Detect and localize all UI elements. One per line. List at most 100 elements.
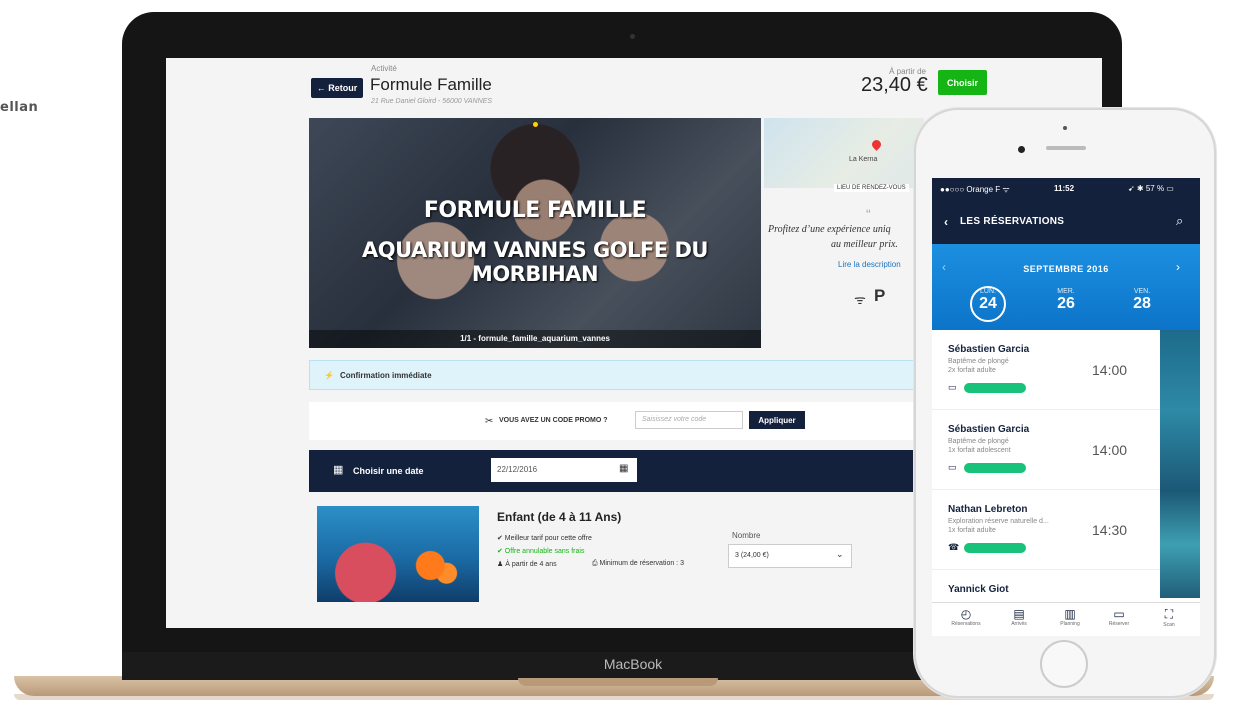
home-button[interactable] [1040, 640, 1088, 688]
scissors-icon: ✂ [485, 416, 494, 427]
card-icon: ▭ [1113, 607, 1125, 621]
scan-icon: ⛶ [1164, 607, 1174, 621]
map-pin-icon [870, 138, 883, 151]
page-title: Formule Famille [370, 75, 492, 94]
choose-button[interactable]: Choisir [938, 70, 987, 95]
customer-name: Nathan Lebreton [948, 504, 1028, 515]
laptop-notch [518, 678, 718, 686]
hero-overlay [309, 118, 761, 348]
tab-label: Planning [1060, 621, 1080, 627]
hero-caption: 1/1 - formule_famille_aquarium_vannes [309, 330, 761, 348]
calendar-picker-icon[interactable]: ▦ [619, 463, 628, 474]
tab-planning[interactable]: ▥ Planning [1045, 607, 1095, 627]
status-badge: Réservé [964, 463, 1026, 473]
calendar-icon: ▦ [333, 464, 344, 476]
phone-camera [1018, 146, 1025, 153]
nav-bar: ‹ LES RÉSERVATIONS ⌕ [932, 200, 1200, 244]
back-button[interactable]: ← Retour [311, 78, 363, 98]
day-of-week: VEN. [1133, 288, 1151, 295]
hero-image[interactable]: FORMULE FAMILLE AQUARIUM VANNES GOLFE DU… [309, 118, 761, 348]
laptop-camera [630, 34, 635, 39]
phone-screen: ●●○○○ Orange F ᯤ 11:52 ➹ ✱ 57 % ▭ ‹ LES … [932, 178, 1200, 636]
confirmation-banner: ⚡ Confirmation immédiate [309, 360, 929, 390]
day-28[interactable]: VEN. 28 [1122, 288, 1162, 313]
activity-label: Activité [371, 64, 397, 73]
hero-title-line2: AQUARIUM VANNES GOLFE DU MORBIHAN [362, 238, 708, 286]
chart-icon: ▥ [1064, 607, 1076, 621]
parking-icon: P [874, 286, 886, 305]
carrier: ●●○○○ Orange F ᯤ [940, 185, 1010, 194]
status-badge: Réservé [964, 543, 1026, 553]
diver-thumbnails [1160, 330, 1200, 598]
address: 21 Rue Daniel Gloird - 56000 VANNES [371, 98, 493, 105]
activity-name: Baptême de plongé [948, 358, 1009, 365]
customer-name: Sébastien Garcia [948, 344, 1030, 355]
apply-button[interactable]: Appliquer [749, 411, 805, 429]
calendar-check-icon: ▤ [1013, 607, 1025, 621]
confirmation-text: Confirmation immédiate [339, 370, 432, 380]
phone-sensor [1063, 126, 1067, 130]
clock: 11:52 [1054, 184, 1075, 193]
day-26[interactable]: MER. 26 [1046, 288, 1086, 313]
number-select[interactable]: 3 (24,00 €) [728, 544, 852, 568]
activity-name: Baptême de plongé [948, 438, 1009, 445]
product-feature-minimum: ⎙ Minimum de réservation : 3 [592, 560, 684, 567]
package-count: 1x forfait adulte [948, 527, 996, 534]
day-of-week: MER. [1057, 288, 1075, 295]
reservation-time: 14:30 [1092, 522, 1128, 538]
reservation-time: 14:00 [1092, 442, 1128, 458]
number-label: Nombre [732, 531, 761, 540]
chevron-down-icon[interactable]: ⌄ [836, 549, 844, 560]
tab-scan[interactable]: ⛶ Scan [1144, 607, 1194, 628]
product-feature-cancellable: ✔ Offre annulable sans frais [497, 548, 585, 555]
reservation-item[interactable]: Nathan Lebreton Exploration réserve natu… [932, 490, 1160, 570]
product-title: Enfant (de 4 à 11 Ans) [497, 510, 622, 524]
quote-line2: au meilleur prix. [831, 239, 898, 250]
customer-name: Yannick Giot [948, 584, 1009, 595]
back-chevron-icon[interactable]: ‹ [944, 215, 948, 229]
promo-question: VOUS AVEZ UN CODE PROMO ? [499, 417, 608, 424]
quote-icon: “ [866, 206, 871, 222]
status-bar: ●●○○○ Orange F ᯤ 11:52 ➹ ✱ 57 % ▭ [932, 178, 1200, 200]
reservation-item[interactable]: Sébastien Garcia Baptême de plongé 2x fo… [932, 330, 1160, 410]
date-bar: ▦ Choisir une date 22/12/2016 ▦ [309, 450, 929, 492]
tab-book[interactable]: ▭ Réserver [1094, 607, 1144, 627]
status-badge: Réservé [964, 383, 1026, 393]
battery-indicator: ➹ ✱ 57 % ▭ [1128, 184, 1174, 193]
quote-line1: Profitez d’une expérience uniq [768, 224, 891, 235]
product-feature-age: ♟ À partir de 4 ans [497, 561, 557, 568]
map-badge: LIEU DE RENDEZ-VOUS [834, 184, 909, 192]
day-24[interactable]: LUN. 24 [968, 288, 1008, 313]
laptop-icon: ▭ [948, 462, 957, 472]
map[interactable]: La Kerna LIEU DE RENDEZ-VOUS [764, 118, 924, 192]
laptop-icon: ▭ [948, 382, 957, 392]
tab-reservations[interactable]: ◴ Réservations [941, 607, 991, 627]
lightning-icon: ⚡ [324, 370, 334, 380]
day-of-week: LUN. [980, 288, 996, 295]
date-input[interactable]: 22/12/2016 [491, 458, 637, 482]
tab-label: Réservations [951, 621, 981, 627]
laptop-brand: MacBook [603, 656, 663, 672]
phone-icon: ☎ [948, 542, 960, 552]
product-image [317, 506, 479, 602]
reservation-list: Sébastien Garcia Baptême de plongé 2x fo… [932, 330, 1160, 636]
tab-label: Réserver [1108, 621, 1130, 627]
tab-label: Arrivés [1011, 621, 1027, 627]
map-town: La Kerna [849, 156, 878, 163]
search-icon[interactable]: ⌕ [1176, 213, 1183, 229]
next-month-icon[interactable]: › [1176, 260, 1180, 274]
tab-bar: ◴ Réservations ▤ Arrivés ▥ Planning ▭ Ré… [932, 602, 1200, 636]
product-feature-best-price: ✔ Meilleur tarif pour cette offre [497, 535, 592, 542]
side-label: ellan [0, 100, 39, 115]
activity-name: Exploration réserve naturelle d... [948, 518, 1049, 525]
tab-arrivals[interactable]: ▤ Arrivés [994, 607, 1044, 627]
date-label: Choisir une date [353, 466, 424, 476]
phone-earpiece [1046, 146, 1086, 150]
package-count: 2x forfait adulte [948, 367, 996, 374]
promo-code-input[interactable]: Saisissez votre code [635, 411, 743, 429]
month-bar: ‹ SEPTEMBRE 2016 › LUN. 24 MER. 26 VEN. … [932, 244, 1200, 330]
reservation-item[interactable]: Sébastien Garcia Baptême de plongé 1x fo… [932, 410, 1160, 490]
clock-icon: ◴ [960, 607, 972, 621]
day-number: 28 [1133, 295, 1151, 312]
description-link[interactable]: Lire la description [838, 260, 901, 269]
